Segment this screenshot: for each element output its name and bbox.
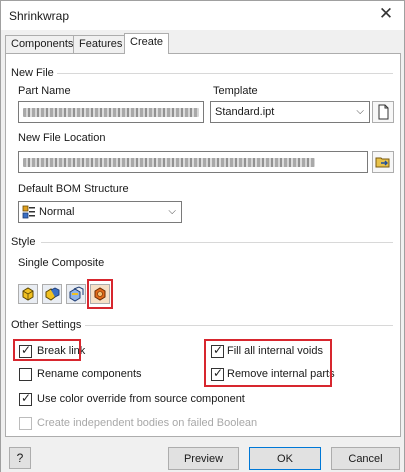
section-new-file: New File [11,67,54,79]
file-location-input[interactable] [18,151,368,173]
independent-bodies-checkbox[interactable] [19,417,32,430]
chevron-down-icon: ⌵ [168,206,176,217]
section-style: Style [11,236,36,248]
template-label: Template [213,85,258,97]
title-bar: Shrinkwrap ✕ [1,1,404,30]
break-link-checkbox[interactable]: ✓ [19,343,32,358]
bom-normal-icon [22,205,35,219]
break-link-label: Break link [37,345,86,357]
close-icon[interactable]: ✕ [376,4,396,24]
checkmark-icon: ✓ [213,366,224,380]
file-location-label: New File Location [18,132,106,144]
fill-voids-checkbox[interactable]: ✓ [211,343,224,358]
style-current-label: Single Composite [18,257,105,269]
help-button[interactable]: ? [9,447,31,469]
chevron-down-icon: ⌵ [356,106,364,117]
remove-internal-parts-checkbox[interactable]: ✓ [211,366,224,381]
independent-bodies-label: Create independent bodies on failed Bool… [37,417,258,429]
style-multi-composite-button[interactable] [42,284,62,304]
section-other-settings: Other Settings [11,319,82,331]
location-browse-button[interactable] [372,151,394,173]
tab-features[interactable]: Features [73,35,129,53]
multi-composite-icon [45,287,60,301]
dialog-title: Shrinkwrap [9,9,70,23]
shrinkwrap-dialog: Shrinkwrap ✕ Components Features Create … [0,0,405,472]
style-single-composite-button[interactable] [18,284,38,304]
color-override-label: Use color override from source component [37,393,245,405]
preview-button[interactable]: Preview [168,447,239,470]
part-name-label: Part Name [18,85,71,97]
template-browse-button[interactable] [372,101,394,123]
color-override-checkbox[interactable]: ✓ [19,391,32,406]
cancel-button[interactable]: Cancel [331,447,400,470]
checkmark-icon: ✓ [213,343,224,357]
remove-internal-parts-label: Remove internal parts [227,368,335,380]
style-solid-body-button[interactable] [90,284,110,304]
document-icon [378,104,389,120]
checkmark-icon: ✓ [21,391,32,405]
checkmark-icon: ✓ [21,343,32,357]
style-surface-composite-button[interactable] [66,284,86,304]
single-composite-icon [22,287,34,301]
bom-structure-value: Normal [39,206,75,218]
template-value: Standard.ipt [215,106,275,118]
fill-voids-label: Fill all internal voids [227,345,323,357]
section-divider [57,73,393,74]
tab-components[interactable]: Components [5,35,80,53]
redacted-text [23,108,199,117]
bom-structure-select[interactable]: Normal ⌵ [18,201,182,223]
surface-composite-icon [69,286,84,302]
template-select[interactable]: Standard.ipt ⌵ [210,101,370,123]
section-divider [41,242,393,243]
bom-structure-label: Default BOM Structure [18,183,129,195]
section-divider [85,325,393,326]
help-icon: ? [16,451,24,465]
rename-components-label: Rename components [37,368,142,380]
part-name-input[interactable] [18,101,204,123]
rename-components-checkbox[interactable] [19,368,32,381]
tab-create[interactable]: Create [124,33,170,54]
solid-body-icon [94,287,106,301]
ok-button[interactable]: OK [249,447,321,470]
folder-arrow-icon [375,157,390,168]
redacted-text [23,158,315,167]
